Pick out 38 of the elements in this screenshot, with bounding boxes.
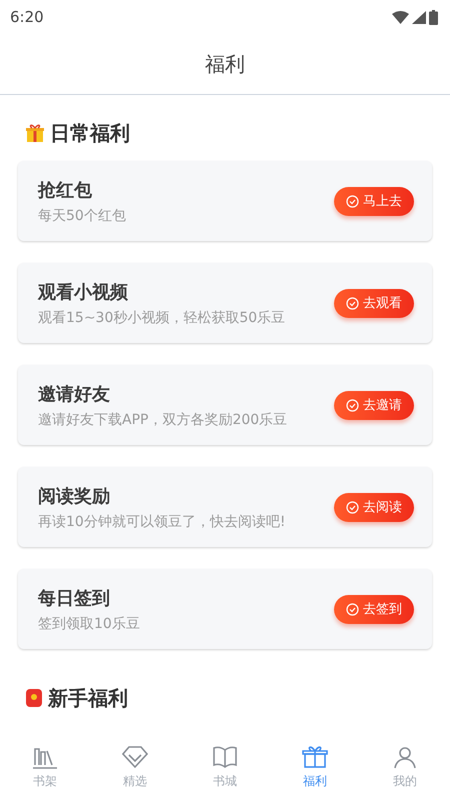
gift-icon	[26, 123, 44, 143]
task-description: 观看15~30秒小视频，轻松获取50乐豆	[38, 308, 286, 326]
task-title: 每日签到	[38, 586, 111, 610]
envelope-icon	[26, 689, 42, 707]
task-button[interactable]: 去观看	[334, 288, 414, 318]
page-title: 福利	[205, 50, 245, 78]
task-title: 阅读奖励	[38, 484, 111, 508]
tab[interactable]: 我的	[375, 744, 435, 790]
check-circle-icon	[346, 500, 359, 514]
wifi-icon	[392, 10, 409, 24]
status-time: 6:20	[10, 8, 44, 26]
task-description: 邀请好友下载APP，双方各奖励200乐豆	[38, 410, 288, 428]
check-circle-icon	[346, 296, 359, 310]
task-title: 邀请好友	[38, 382, 111, 406]
task-description: 签到领取10乐豆	[38, 614, 140, 632]
tab[interactable]: 书架	[15, 744, 75, 790]
task-button[interactable]: 去阅读	[334, 492, 414, 522]
check-circle-icon	[346, 398, 359, 412]
task-title: 抢红包	[38, 178, 93, 202]
task-description: 每天50个红包	[38, 206, 126, 224]
task-button[interactable]: 去签到	[334, 594, 414, 624]
tab[interactable]: 书城	[195, 744, 255, 790]
task-button[interactable]: 马上去	[334, 186, 414, 216]
section-title: 新手福利	[48, 684, 128, 712]
person-icon	[392, 744, 418, 768]
task-title: 观看小视频	[38, 280, 129, 304]
tab[interactable]: 福利	[285, 744, 345, 790]
book-icon	[212, 744, 238, 768]
battery-icon	[429, 10, 438, 24]
signal-icon	[412, 10, 426, 24]
check-circle-icon	[346, 602, 359, 616]
check-circle-icon	[346, 194, 359, 208]
tab[interactable]: 精选	[105, 744, 165, 790]
section-title: 日常福利	[50, 120, 130, 146]
task-button[interactable]: 去邀请	[334, 390, 414, 420]
task-description: 再读10分钟就可以领豆了，快去阅读吧!	[38, 512, 286, 530]
gift-icon	[302, 744, 328, 768]
diamond-icon	[122, 744, 148, 768]
